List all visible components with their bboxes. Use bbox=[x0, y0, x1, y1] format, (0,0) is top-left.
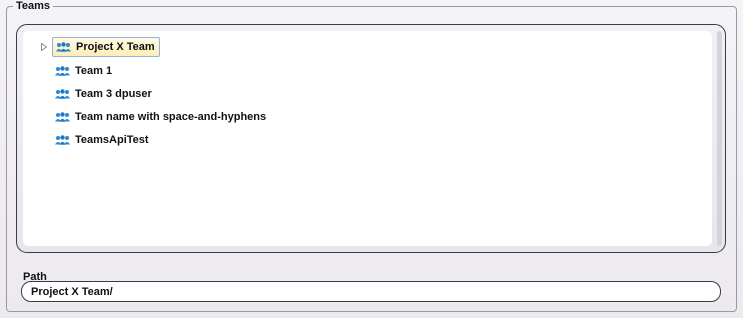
team-icon bbox=[55, 112, 70, 122]
tree-item-label: Team 1 bbox=[75, 65, 113, 77]
teams-tree[interactable]: Project X Team Team 1 Team 3 dpuser Team… bbox=[23, 31, 712, 246]
team-icon bbox=[55, 66, 70, 76]
tree-item-label: TeamsApiTest bbox=[75, 134, 149, 146]
path-field[interactable] bbox=[21, 281, 721, 302]
tree-item-teamsapitest[interactable]: TeamsApiTest bbox=[52, 130, 153, 150]
team-icon bbox=[55, 135, 70, 145]
tree-item-label: Team 3 dpuser bbox=[75, 88, 152, 100]
teams-groupbox: Teams Project X Team Team 1 Team 3 dpuse… bbox=[6, 0, 737, 312]
tree-item-team-3-dpuser[interactable]: Team 3 dpuser bbox=[52, 84, 156, 104]
teams-tree-frame: Project X Team Team 1 Team 3 dpuser Team… bbox=[16, 24, 726, 253]
tree-item-label: Team name with space-and-hyphens bbox=[75, 111, 267, 123]
team-icon bbox=[56, 42, 71, 52]
tree-item-label: Project X Team bbox=[76, 41, 155, 53]
tree-scrollbar[interactable] bbox=[717, 31, 722, 246]
tree-item-project-x-team[interactable]: Project X Team bbox=[52, 37, 160, 57]
tree-item-team-name-with-space-and-hyphens[interactable]: Team name with space-and-hyphens bbox=[52, 107, 270, 127]
team-icon bbox=[55, 89, 70, 99]
teams-group-title: Teams bbox=[13, 0, 54, 13]
tree-item-team-1[interactable]: Team 1 bbox=[52, 61, 116, 81]
expand-arrow-icon[interactable] bbox=[40, 43, 48, 51]
